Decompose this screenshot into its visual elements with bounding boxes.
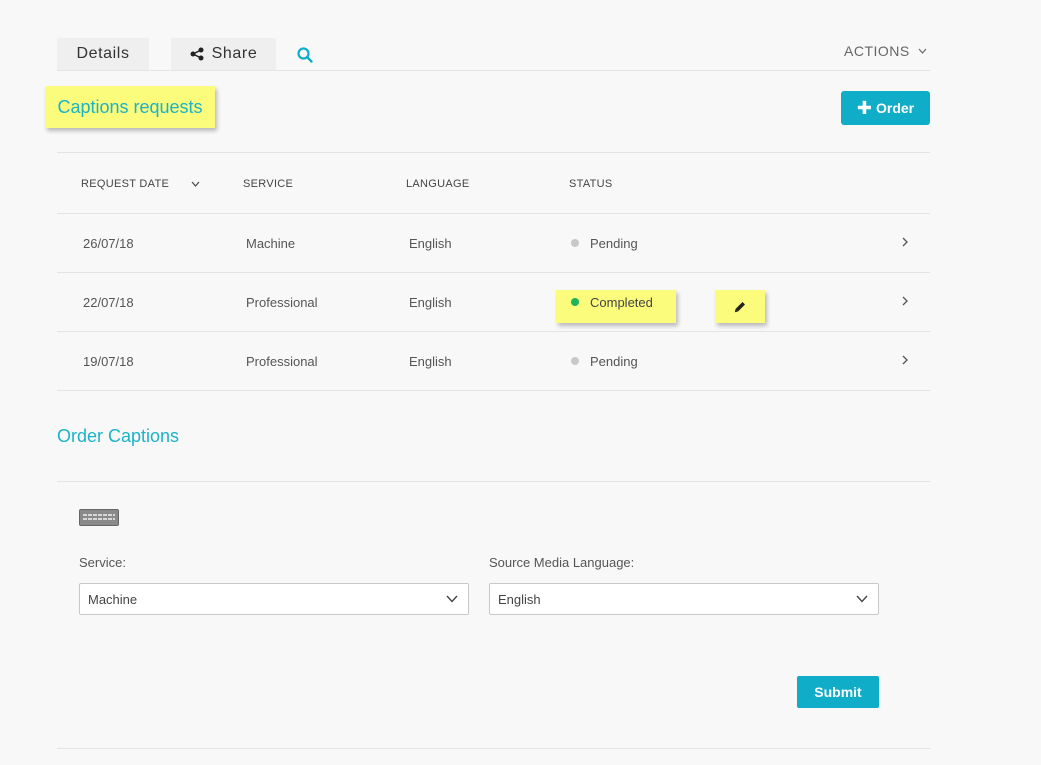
keyboard-icon[interactable] xyxy=(79,509,119,526)
plus-icon: ✚ xyxy=(856,98,872,118)
row-service: Professional xyxy=(246,295,318,310)
status-dot xyxy=(571,239,579,247)
chevron-right-icon[interactable] xyxy=(900,237,910,247)
chevron-right-icon[interactable] xyxy=(900,296,910,306)
order-button-label: Order xyxy=(875,100,915,116)
service-select-value: Machine xyxy=(88,591,138,607)
keyboard-keys xyxy=(83,514,115,520)
row-language: English xyxy=(409,236,452,251)
edit-button[interactable] xyxy=(715,290,765,323)
column-header-request-date-label: REQUEST DATE xyxy=(81,178,170,190)
language-select-value: English xyxy=(498,591,541,607)
chevron-down-icon xyxy=(446,595,458,603)
divider xyxy=(57,70,930,71)
chevron-down-icon xyxy=(856,595,868,603)
divider xyxy=(57,152,930,153)
page-title: Captions requests xyxy=(57,96,203,117)
row-status: Pending xyxy=(590,236,638,251)
table-row[interactable] xyxy=(57,332,930,390)
pencil-icon xyxy=(734,301,745,312)
tab-details[interactable]: Details xyxy=(57,38,149,70)
service-select[interactable]: Machine xyxy=(79,583,469,615)
actions-label: ACTIONS xyxy=(844,43,910,59)
service-label: Service: xyxy=(79,555,126,570)
divider xyxy=(57,481,930,482)
chevron-down-icon xyxy=(191,181,200,187)
chevron-down-icon xyxy=(918,48,927,54)
table-row[interactable] xyxy=(57,214,930,272)
chevron-right-icon[interactable] xyxy=(900,355,910,365)
search-icon xyxy=(297,47,313,63)
row-service: Machine xyxy=(246,236,296,251)
search-button[interactable] xyxy=(296,46,314,64)
status-dot xyxy=(571,357,579,365)
column-header-service: SERVICE xyxy=(243,178,294,190)
column-header-status: STATUS xyxy=(569,178,613,190)
order-button[interactable]: ✚ Order xyxy=(841,91,930,125)
tab-share[interactable]: Share xyxy=(171,38,276,70)
column-header-request-date[interactable]: REQUEST DATE xyxy=(81,178,200,190)
divider xyxy=(57,748,930,749)
tab-details-label: Details xyxy=(76,45,130,62)
language-label: Source Media Language: xyxy=(489,555,635,570)
row-status: Pending xyxy=(590,354,638,369)
row-language: English xyxy=(409,295,452,310)
order-captions-title: Order Captions xyxy=(57,426,180,446)
share-icon xyxy=(190,47,204,61)
column-header-language: LANGUAGE xyxy=(406,178,470,190)
row-language: English xyxy=(409,354,452,369)
row-date: 22/07/18 xyxy=(83,295,134,310)
title-highlight: Captions requests xyxy=(45,86,215,128)
actions-menu[interactable]: ACTIONS xyxy=(844,43,927,59)
language-select[interactable]: English xyxy=(489,583,879,615)
status-dot xyxy=(571,298,579,306)
row-date: 26/07/18 xyxy=(83,236,134,251)
tab-share-label: Share xyxy=(211,45,258,62)
submit-button[interactable]: Submit xyxy=(797,676,879,708)
row-status: Completed xyxy=(590,295,653,310)
table-row[interactable] xyxy=(57,273,930,331)
row-date: 19/07/18 xyxy=(83,354,134,369)
row-service: Professional xyxy=(246,354,318,369)
divider xyxy=(57,390,930,391)
submit-button-label: Submit xyxy=(814,684,862,700)
